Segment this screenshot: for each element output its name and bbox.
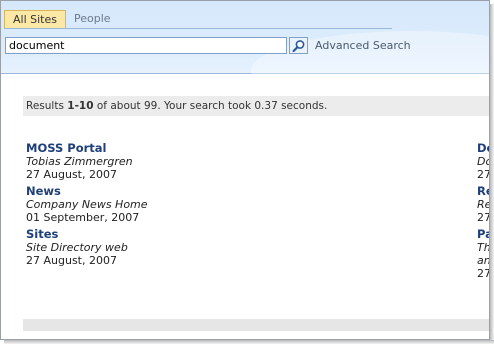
search-button[interactable]	[289, 37, 308, 54]
result-date: 27 August, 2007	[26, 168, 117, 181]
magnifier-icon	[292, 40, 305, 53]
results-prefix: Results	[26, 100, 68, 112]
result-description: Do	[477, 155, 489, 168]
result-title[interactable]: Re	[477, 185, 489, 198]
browser-frame: All Sites People Advanced Search Results…	[0, 0, 490, 340]
result-title[interactable]: MOSS Portal	[26, 142, 133, 155]
result-date: 27	[477, 267, 490, 280]
results-summary: Results 1-10 of about 99. Your search to…	[23, 96, 489, 116]
results-range: 1-10	[67, 100, 94, 112]
frame-shadow-right	[490, 4, 494, 344]
results-suffix: of about 99. Your search took 0.37 secon…	[93, 100, 328, 112]
result-date: 01 September, 2007	[26, 211, 140, 224]
tab-all-sites[interactable]: All Sites	[4, 10, 66, 28]
result-title[interactable]: Do	[477, 142, 489, 155]
result-item: Sites Site Directory web 27 August, 2007	[26, 228, 128, 268]
result-date: 27	[477, 211, 490, 224]
result-date: 27 August, 2007	[26, 254, 117, 267]
result-date: 27	[477, 168, 490, 181]
result-title[interactable]: News	[26, 185, 148, 198]
result-description: Site Directory web	[26, 241, 128, 254]
results-footer-bar	[23, 319, 489, 331]
search-header: All Sites People Advanced Search	[1, 1, 489, 111]
result-item-clipped: Do Do 27	[477, 142, 490, 181]
result-description: Tobias Zimmergren	[26, 155, 133, 168]
result-item: MOSS Portal Tobias Zimmergren 27 August,…	[26, 142, 133, 182]
result-title[interactable]: Sites	[26, 228, 128, 241]
result-description-cont: an	[477, 254, 490, 267]
scope-tabs: All Sites People	[4, 10, 394, 30]
result-item-clipped: Re Re 27	[477, 185, 490, 224]
tab-people[interactable]: People	[66, 10, 119, 28]
result-title[interactable]: Pa	[477, 228, 489, 241]
result-item-clipped: Pa Th an 27	[477, 228, 490, 280]
search-input[interactable]	[5, 37, 287, 54]
frame-shadow-bottom	[4, 340, 494, 344]
result-description: Company News Home	[26, 198, 148, 211]
tab-divider	[4, 28, 392, 29]
advanced-search-link[interactable]: Advanced Search	[315, 39, 411, 52]
result-description: Th	[477, 241, 490, 254]
result-description: Re	[477, 198, 490, 211]
result-item: News Company News Home 01 September, 200…	[26, 185, 148, 225]
